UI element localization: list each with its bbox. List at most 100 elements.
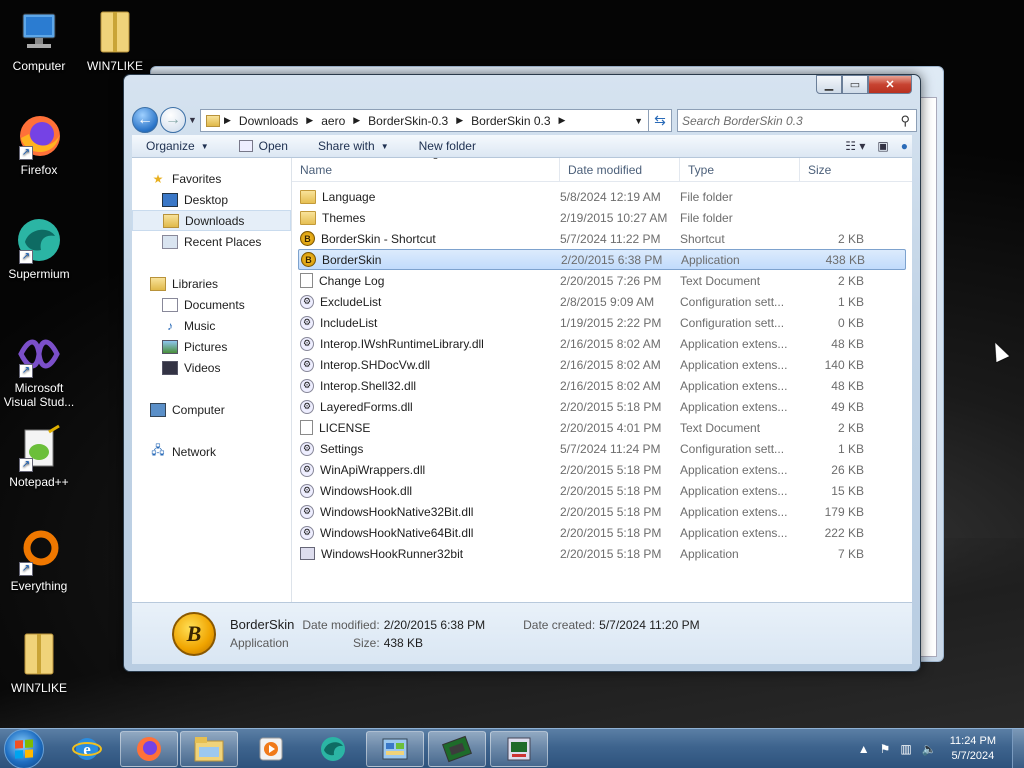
column-header-type[interactable]: Type bbox=[680, 158, 800, 181]
file-name: LICENSE bbox=[319, 420, 371, 435]
column-header-size[interactable]: Size bbox=[800, 158, 878, 181]
taskbar-task-manager-button[interactable] bbox=[490, 731, 548, 767]
file-row[interactable]: Themes 2/19/2015 10:27 AM File folder bbox=[298, 207, 906, 228]
desktop-icon-firefox[interactable]: ↗ Firefox bbox=[0, 112, 78, 177]
taskbar-explorer-button[interactable] bbox=[180, 731, 238, 767]
file-row[interactable]: ⚙ Settings 5/7/2024 11:24 PM Configuration … bbox=[298, 438, 906, 459]
file-date: 2/19/2015 10:27 AM bbox=[560, 210, 668, 225]
file-row[interactable]: ⚙ Interop.Shell32.dll 2/16/2015 8:02 AM App… bbox=[298, 375, 906, 396]
volume-muted-icon[interactable]: 🔈 bbox=[922, 742, 937, 756]
show-hidden-icons-icon[interactable]: ▲ bbox=[858, 742, 870, 756]
nav-music[interactable]: ♪ Music bbox=[132, 315, 291, 336]
desktop-icon-visual-studio[interactable]: ↗ Microsoft Visual Stud... bbox=[0, 330, 78, 409]
breadcrumb-separator-icon[interactable]: ▶ bbox=[306, 115, 313, 126]
breadcrumb-aero[interactable]: aero bbox=[321, 114, 345, 128]
clock[interactable]: 11:24 PM 5/7/2024 bbox=[950, 734, 996, 764]
nav-downloads[interactable]: Downloads bbox=[132, 210, 291, 231]
nav-desktop[interactable]: Desktop bbox=[132, 189, 291, 210]
file-row[interactable]: LICENSE 2/20/2015 4:01 PM Text Document 2 K… bbox=[298, 417, 906, 438]
taskbar-gpu-monitor-button[interactable] bbox=[428, 731, 486, 767]
address-bar[interactable]: ▶ Downloads ▶ aero ▶ BorderSkin-0.3 ▶ Bo… bbox=[200, 109, 650, 132]
nav-network[interactable]: 🖧 Network bbox=[132, 441, 291, 462]
breadcrumb-borderskin-03[interactable]: BorderSkin 0.3 bbox=[471, 114, 550, 128]
forward-button[interactable]: → bbox=[160, 107, 186, 133]
breadcrumb-separator-icon[interactable]: ▶ bbox=[559, 115, 566, 126]
recent-pages-dropdown[interactable]: ▼ bbox=[188, 115, 197, 125]
close-button[interactable]: ✕ bbox=[868, 75, 912, 94]
nav-documents[interactable]: Documents bbox=[132, 294, 291, 315]
file-name: WindowsHookNative32Bit.dll bbox=[320, 504, 474, 519]
change-view-icon[interactable]: ☷ ▾ bbox=[845, 139, 865, 153]
taskbar-control-panel-button[interactable] bbox=[366, 731, 424, 767]
desktop-icon-everything[interactable]: ↗ Everything bbox=[0, 528, 78, 593]
action-center-flag-icon[interactable]: ⚑ bbox=[880, 742, 891, 756]
start-button[interactable] bbox=[4, 729, 44, 768]
taskbar-firefox-button[interactable] bbox=[120, 731, 178, 767]
nav-label: Computer bbox=[172, 402, 225, 417]
desktop-icon-computer[interactable]: Computer bbox=[0, 8, 78, 73]
nav-computer[interactable]: Computer bbox=[132, 399, 291, 420]
desktop-icon-win7like-bottom[interactable]: WIN7LIKE bbox=[0, 630, 78, 695]
address-dropdown-icon[interactable]: ▼ bbox=[634, 116, 643, 126]
file-row[interactable]: WindowsHookRunner32bit 2/20/2015 5:18 PM A… bbox=[298, 543, 906, 564]
refresh-button[interactable]: ⇆ bbox=[648, 109, 672, 132]
breadcrumb-separator-icon[interactable]: ▶ bbox=[456, 115, 463, 126]
close-icon: ✕ bbox=[885, 79, 895, 91]
preview-pane-icon[interactable]: ▣ bbox=[877, 139, 888, 153]
nav-label: Music bbox=[184, 318, 216, 333]
file-row[interactable]: ⚙ WinApiWrappers.dll 2/20/2015 5:18 PM Appl… bbox=[298, 459, 906, 480]
search-input[interactable]: Search BorderSkin 0.3 ⚲ bbox=[677, 109, 917, 132]
details-labels-2: Date created: bbox=[523, 616, 595, 652]
file-size: 48 KB bbox=[831, 378, 864, 393]
nav-recent-places[interactable]: Recent Places bbox=[132, 231, 291, 252]
desktop-icon-supermium[interactable]: ↗ Supermium bbox=[0, 216, 78, 281]
share-with-button[interactable]: Share with ▼ bbox=[304, 139, 389, 153]
nav-favorites[interactable]: ★ Favorites bbox=[132, 168, 291, 189]
file-row[interactable]: Change Log 2/20/2015 7:26 PM Text Document… bbox=[298, 270, 906, 291]
nav-libraries[interactable]: Libraries bbox=[132, 273, 291, 294]
file-row[interactable]: Language 5/8/2024 12:19 AM File folder bbox=[298, 186, 906, 207]
breadcrumb-borderskin-03-folder[interactable]: BorderSkin-0.3 bbox=[368, 114, 448, 128]
file-row[interactable]: ⚙ WindowsHookNative64Bit.dll 2/20/2015 5:1… bbox=[298, 522, 906, 543]
nav-pictures[interactable]: Pictures bbox=[132, 336, 291, 357]
taskbar-media-player-button[interactable] bbox=[242, 731, 300, 767]
maximize-button[interactable]: ▭ bbox=[842, 75, 868, 94]
breadcrumb-separator-icon[interactable]: ▶ bbox=[224, 115, 231, 126]
file-type: Text Document bbox=[680, 420, 761, 435]
explorer-window[interactable]: ▁ ▭ ✕ ← → ▼ ▶ Downloads ▶ aero ▶ BorderS… bbox=[123, 74, 921, 672]
network-tray-icon[interactable]: ▥ bbox=[900, 742, 911, 756]
file-row[interactable]: B BorderSkin 2/20/2015 6:38 PM Application 4… bbox=[298, 249, 906, 270]
breadcrumb-separator-icon[interactable]: ▶ bbox=[353, 115, 360, 126]
column-header-date[interactable]: Date modified bbox=[560, 158, 680, 181]
file-row[interactable]: ⚙ LayeredForms.dll 2/20/2015 5:18 PM Applic… bbox=[298, 396, 906, 417]
new-folder-button[interactable]: New folder bbox=[405, 139, 476, 153]
maximize-icon: ▭ bbox=[849, 79, 861, 91]
file-size: 49 KB bbox=[831, 399, 864, 414]
file-row[interactable]: ⚙ Interop.SHDocVw.dll 2/16/2015 8:02 AM App… bbox=[298, 354, 906, 375]
back-button[interactable]: ← bbox=[132, 107, 158, 133]
file-row[interactable]: ⚙ IncludeList 1/19/2015 2:22 PM Configurati… bbox=[298, 312, 906, 333]
column-header-name[interactable]: Name bbox=[292, 158, 560, 181]
taskbar-ie-button[interactable]: e bbox=[58, 731, 116, 767]
file-name-cell: ⚙ WindowsHookNative64Bit.dll bbox=[298, 525, 558, 540]
file-name: IncludeList bbox=[320, 315, 378, 330]
computer-icon bbox=[150, 402, 166, 417]
file-type: File folder bbox=[680, 210, 733, 225]
nav-videos[interactable]: Videos bbox=[132, 357, 291, 378]
organize-button[interactable]: Organize ▼ bbox=[132, 139, 209, 153]
help-icon[interactable]: ● bbox=[901, 139, 908, 153]
file-row[interactable]: ⚙ WindowsHook.dll 2/20/2015 5:18 PM Applica… bbox=[298, 480, 906, 501]
breadcrumb-downloads[interactable]: Downloads bbox=[239, 114, 298, 128]
minimize-button[interactable]: ▁ bbox=[816, 75, 842, 94]
desktop-icon-win7like-top[interactable]: WIN7LIKE bbox=[76, 8, 154, 73]
forward-arrow-icon: → bbox=[165, 111, 181, 128]
file-row[interactable]: ⚙ WindowsHookNative32Bit.dll 2/20/2015 5:1… bbox=[298, 501, 906, 522]
file-row[interactable]: ⚙ ExcludeList 2/8/2015 9:09 AM Configuratio… bbox=[298, 291, 906, 312]
show-desktop-button[interactable] bbox=[1012, 729, 1024, 768]
open-button[interactable]: Open bbox=[225, 139, 288, 153]
desktop-icon-notepadpp[interactable]: ↗ Notepad++ bbox=[0, 424, 78, 489]
taskbar-supermium-button[interactable] bbox=[304, 731, 362, 767]
file-row[interactable]: ⚙ Interop.IWshRuntimeLibrary.dll 2/16/2015… bbox=[298, 333, 906, 354]
search-icon[interactable]: ⚲ bbox=[900, 113, 910, 129]
file-row[interactable]: B BorderSkin - Shortcut 5/7/2024 11:22 PM S… bbox=[298, 228, 906, 249]
